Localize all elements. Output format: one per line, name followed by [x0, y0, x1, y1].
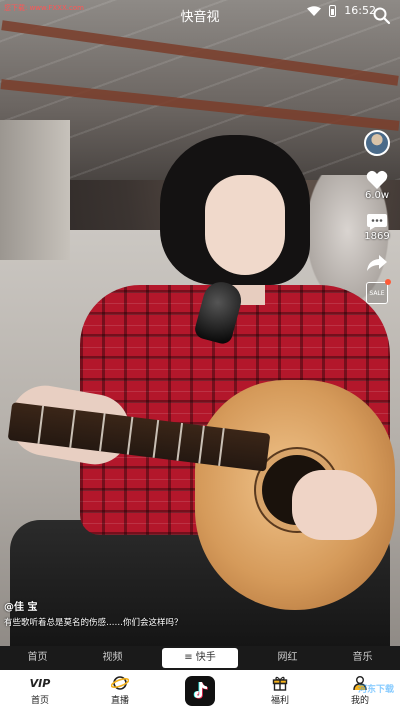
nav-home[interactable]: VIP 首页 [0, 670, 80, 711]
like-count: 6.0w [364, 190, 390, 201]
sale-button[interactable]: SALE [366, 279, 391, 304]
tab-influencer[interactable]: 网红 [250, 646, 325, 670]
battery-icon [329, 4, 337, 17]
tab-kuaishou[interactable]: ≡ 快手 [162, 648, 238, 668]
wifi-icon [307, 5, 322, 16]
vip-icon: VIP [29, 676, 51, 690]
status-bar: 您下载: www.FXXX.com 快音视 16:52 [0, 0, 400, 25]
video-subject-face [205, 175, 285, 275]
video-player[interactable] [0, 0, 400, 646]
comment-button[interactable]: 1869 [364, 213, 390, 242]
fret [176, 422, 184, 461]
comment-icon [366, 214, 387, 230]
tiktok-glyph [193, 681, 208, 699]
sale-label: SALE [369, 289, 385, 297]
watermark-text: 河东下载 [357, 685, 394, 695]
like-button[interactable]: 6.0w [365, 170, 389, 201]
search-icon[interactable] [372, 6, 392, 26]
share-icon [367, 255, 387, 271]
fret [152, 419, 160, 458]
nav-tiktok[interactable] [160, 670, 240, 711]
caption-text: 有些歌听着总是莫名的伤感……你们会这样吗？ [4, 618, 183, 628]
nav-live-label: 直播 [110, 696, 129, 706]
tab-video[interactable]: 视频 [75, 646, 150, 670]
action-rail: 6.0w 1869 SALE [362, 130, 392, 304]
tiktok-icon [185, 675, 215, 706]
nav-welfare[interactable]: 福利 [240, 670, 320, 711]
share-button[interactable] [366, 254, 388, 272]
video-scene-wall [0, 120, 70, 260]
fret [37, 405, 45, 444]
nav-live[interactable]: 直播 [80, 670, 160, 711]
video-subject-hand [292, 470, 377, 540]
fret [126, 416, 134, 455]
fret [198, 425, 205, 464]
tab-music[interactable]: 音乐 [325, 646, 400, 670]
fret [69, 409, 76, 448]
comment-count: 1869 [364, 231, 390, 242]
video-caption: @佳 宝 有些歌听着总是莫名的伤感……你们会这样吗？ [4, 598, 183, 628]
fret [218, 427, 225, 466]
gift-icon [272, 676, 288, 691]
channel-tabs: 首页 视频 ≡ 快手 网红 音乐 [0, 646, 400, 670]
notification-dot [385, 279, 391, 285]
live-icon [111, 676, 129, 690]
author-avatar[interactable] [364, 130, 390, 156]
bottom-nav: VIP 首页 直播 福利 我的 [0, 670, 400, 711]
heart-icon [366, 170, 388, 189]
app: 您下载: www.FXXX.com 快音视 16:52 6.0w 1869 SA… [0, 0, 400, 711]
nav-welfare-label: 福利 [270, 696, 289, 706]
tab-home[interactable]: 首页 [0, 646, 75, 670]
author-name[interactable]: @佳 宝 [4, 598, 183, 613]
fret [98, 413, 106, 452]
nav-home-label: 首页 [30, 696, 49, 706]
